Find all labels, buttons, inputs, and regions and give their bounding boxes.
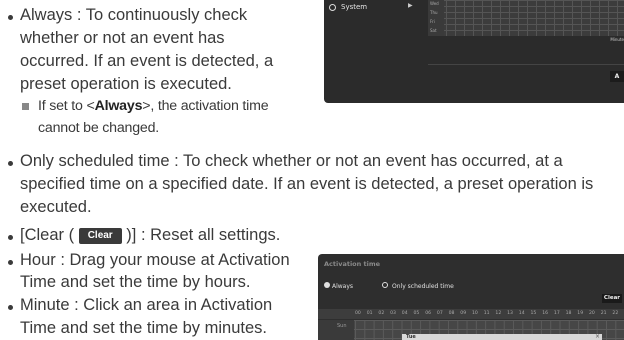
clear-suffix: )] : Reset all settings. [126, 226, 281, 244]
hour-header-cell: 19 [577, 311, 584, 316]
note-square-bullet [22, 103, 29, 110]
bullet-dot [8, 15, 13, 20]
always-line-4: preset operation is executed. [20, 75, 232, 93]
always-note-line-1: If set to <Always>, the activation time [38, 97, 269, 116]
clear-prefix: [Clear ( [20, 226, 75, 244]
system-menu-label: System [341, 3, 368, 11]
chevron-right-icon: ▶ [408, 3, 413, 9]
row-label-sun: Sun [337, 323, 347, 329]
row-label-sat: Sat [430, 28, 437, 33]
activation-time-title: Activation time [324, 260, 381, 268]
schedule-screenshot-top: System ▶ Wed Thu Fri Sat Minute A [324, 0, 624, 103]
clear-button: Clear [602, 294, 622, 303]
scheduled-line-2: specified time on a specified date. If a… [20, 175, 594, 193]
always-line-3: occurred. If an event is detected, a [20, 52, 274, 70]
hour-header-cell: 17 [553, 311, 560, 316]
hour-header-cell: 02 [378, 311, 385, 316]
system-menu-item: System ▶ [324, 0, 424, 16]
row-label-fri: Fri [430, 19, 435, 24]
note-suffix: >, the activation time [142, 98, 269, 114]
minute-label: Minute [610, 37, 624, 42]
hour-header-cell: 09 [460, 311, 467, 316]
hour-header-cell: 18 [565, 311, 572, 316]
bullet-dot [8, 260, 13, 265]
hour-line-1: Hour : Drag your mouse at Activation [20, 251, 290, 269]
bullet-dot [8, 235, 13, 240]
scheduled-line-1: Only scheduled time : To check whether o… [20, 152, 563, 170]
hour-header-cell: 12 [495, 311, 502, 316]
divider [428, 64, 624, 65]
hour-header-cell: 00 [355, 311, 361, 316]
radio-always-label: Always [332, 283, 354, 290]
schedule-grid [428, 0, 624, 36]
note-prefix: If set to < [38, 98, 95, 114]
close-icon: × [595, 333, 601, 340]
hour-header-cell: 10 [472, 311, 478, 316]
always-line-2: whether or not an event has [20, 29, 225, 47]
day-label-column [318, 320, 354, 340]
hour-header-cell: 13 [507, 311, 513, 316]
radio-scheduled-icon [382, 282, 388, 288]
note-bold-always: Always [94, 98, 143, 114]
hour-header-cell: 05 [413, 311, 420, 316]
radio-always-selected-icon [324, 282, 330, 288]
popup-title: Tue [406, 334, 416, 340]
hour-header-cell: 14 [518, 311, 525, 316]
apply-button: A [610, 71, 624, 82]
hour-header-cell: 20 [589, 311, 595, 316]
hour-header-cell: 04 [401, 311, 408, 316]
hour-header-cell: 11 [483, 311, 490, 316]
hour-header-cell: 21 [600, 311, 607, 316]
row-label-thu: Thu [430, 10, 438, 15]
minute-line-1: Minute : Click an area in Activation [20, 296, 273, 314]
minute-line-2: Time and set the time by minutes. [20, 319, 267, 337]
row-label-wed: Wed [430, 1, 439, 6]
bullet-dot [8, 305, 13, 310]
hour-line-2: Time and set the time by hours. [20, 273, 251, 291]
hour-header-cell: 15 [530, 311, 537, 316]
always-line-1: Always : To continuously check [20, 6, 248, 24]
hour-header-cell: 08 [448, 311, 455, 316]
hour-header-cell: 16 [542, 311, 549, 316]
scheduled-line-3: executed. [20, 198, 92, 216]
gear-icon [329, 4, 336, 11]
clear-line: [Clear ( Clear )] : Reset all settings. [20, 225, 280, 246]
always-note-line-2: cannot be changed. [38, 120, 160, 136]
popup-header [402, 334, 602, 340]
hour-header-cell: 07 [436, 311, 443, 316]
hour-header-cell: 06 [425, 311, 432, 316]
activation-time-screenshot: Activation time Always Only scheduled ti… [318, 254, 624, 340]
hour-header-cell: 01 [366, 311, 373, 316]
clear-button-illustration: Clear [78, 228, 122, 244]
hour-header-cell: 22 [612, 311, 619, 316]
radio-scheduled-label: Only scheduled time [392, 283, 454, 290]
hour-header-cell: 03 [390, 311, 396, 316]
bullet-dot [8, 161, 13, 166]
